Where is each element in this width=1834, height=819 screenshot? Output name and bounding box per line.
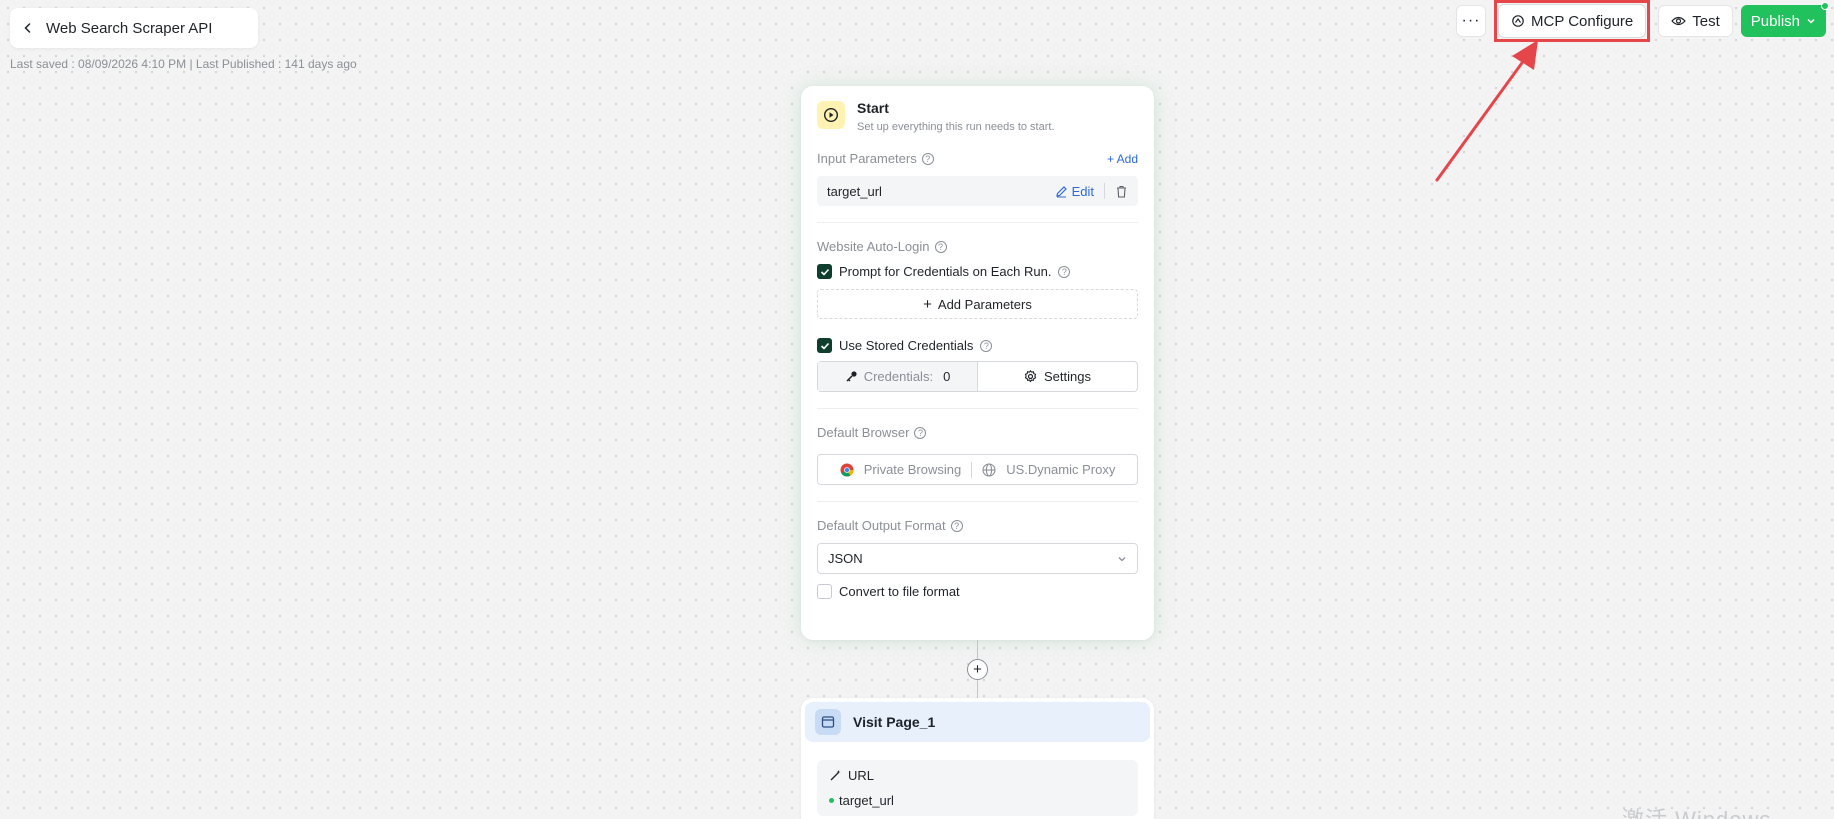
help-icon[interactable]: ? xyxy=(980,339,993,352)
workflow-title-card: Web Search Scraper API xyxy=(10,8,258,48)
default-browser-label: Default Browser xyxy=(817,425,910,440)
start-node-card: Start Set up everything this run needs t… xyxy=(801,86,1154,640)
prompt-credentials-row: Prompt for Credentials on Each Run. ? xyxy=(817,264,1138,279)
help-icon[interactable]: ? xyxy=(1058,265,1071,278)
input-params-label: Input Parameters xyxy=(817,151,917,166)
convert-label: Convert to file format xyxy=(839,584,960,599)
param-actions: Edit xyxy=(1055,183,1128,199)
check-icon xyxy=(820,268,829,276)
credentials-count: 0 xyxy=(943,369,951,384)
eye-icon xyxy=(1671,16,1687,26)
stored-credentials-label: Use Stored Credentials xyxy=(839,338,974,353)
gear-icon xyxy=(1024,370,1037,383)
add-parameters-label: Add Parameters xyxy=(937,296,1032,312)
url-label: URL xyxy=(848,768,875,783)
chevron-down-icon xyxy=(1807,18,1815,24)
help-icon[interactable]: ? xyxy=(914,426,927,439)
convert-checkbox[interactable] xyxy=(817,584,832,599)
output-format-select[interactable]: JSON xyxy=(817,543,1138,574)
help-icon[interactable]: ? xyxy=(921,152,934,165)
play-icon xyxy=(817,101,845,129)
browser-selector[interactable]: Private Browsing US.Dynamic Proxy xyxy=(817,454,1138,485)
add-param-label: Add xyxy=(1116,151,1138,166)
settings-label: Settings xyxy=(1044,369,1091,384)
param-row: target_url Edit xyxy=(817,176,1138,206)
credentials-box: Credentials: 0 Settings xyxy=(817,361,1138,392)
edit-label: Edit xyxy=(1071,183,1094,199)
add-parameters-button[interactable]: + Add Parameters xyxy=(817,289,1138,319)
credentials-settings-button[interactable]: Settings xyxy=(978,362,1137,391)
variable-dot xyxy=(829,798,834,803)
auto-login-section: Website Auto-Login ? xyxy=(817,239,1138,254)
input-params-section: Input Parameters ? xyxy=(817,151,934,166)
divider xyxy=(971,461,973,478)
magic-wand-icon xyxy=(830,770,841,781)
plus-icon: + xyxy=(923,295,932,313)
help-icon[interactable]: ? xyxy=(950,519,963,532)
url-value-row: target_url xyxy=(829,793,1126,808)
output-format-section: Default Output Format ? xyxy=(817,518,1138,533)
stored-credentials-checkbox[interactable] xyxy=(817,338,832,353)
proxy-value: US.Dynamic Proxy xyxy=(1006,462,1116,477)
default-browser-section: Default Browser ? xyxy=(817,425,1138,440)
save-info: Last saved : 08/09/2026 4:10 PM | Last P… xyxy=(10,57,357,71)
visit-page-header: Visit Page_1 xyxy=(805,702,1150,742)
mcp-icon xyxy=(1512,15,1524,27)
stored-credentials-row: Use Stored Credentials ? xyxy=(817,338,1138,353)
url-label-row: URL xyxy=(829,768,1126,783)
top-toolbar: ··· MCP Configure Test Publish xyxy=(1456,0,1829,42)
windows-activation-watermark: 激活 Windows xyxy=(1622,802,1771,819)
prompt-credentials-checkbox[interactable] xyxy=(817,264,832,279)
start-node-subtitle: Set up everything this run needs to star… xyxy=(857,121,1055,133)
key-icon xyxy=(846,371,857,382)
convert-row: Convert to file format xyxy=(817,584,1138,599)
chevron-down-icon xyxy=(1118,556,1126,561)
section-divider xyxy=(817,501,1138,502)
credentials-count-button[interactable]: Credentials: 0 xyxy=(818,362,978,391)
pencil-icon xyxy=(1055,185,1067,197)
output-format-value: JSON xyxy=(828,551,863,566)
trash-icon[interactable] xyxy=(1115,185,1128,198)
url-field[interactable]: URL target_url xyxy=(817,760,1138,816)
annotation-arrow xyxy=(1435,40,1538,182)
credentials-label: Credentials: xyxy=(863,369,934,384)
chrome-icon xyxy=(840,463,854,476)
test-button[interactable]: Test xyxy=(1658,5,1733,37)
output-format-label: Default Output Format xyxy=(817,518,946,533)
workflow-name[interactable]: Web Search Scraper API xyxy=(46,20,212,37)
publish-label: Publish xyxy=(1750,12,1800,30)
notification-dot xyxy=(1821,2,1829,10)
help-icon[interactable]: ? xyxy=(934,240,947,253)
check-icon xyxy=(820,342,829,350)
back-button[interactable] xyxy=(10,8,46,48)
visit-page-node-card[interactable]: Visit Page_1 URL target_url xyxy=(801,698,1154,819)
publish-button[interactable]: Publish xyxy=(1740,2,1829,37)
more-button[interactable]: ··· xyxy=(1456,5,1486,37)
globe-icon xyxy=(982,462,996,477)
test-label: Test xyxy=(1692,12,1720,30)
input-params-header: Input Parameters ? + Add xyxy=(817,151,1138,166)
section-divider xyxy=(817,408,1138,409)
browser-mode: Private Browsing xyxy=(863,462,962,477)
chevron-left-icon xyxy=(24,23,31,33)
start-node-header: Start Set up everything this run needs t… xyxy=(817,100,1138,133)
edit-param-button[interactable]: Edit xyxy=(1055,184,1094,199)
add-node-button[interactable]: + xyxy=(967,659,988,680)
mcp-configure-button[interactable]: MCP Configure xyxy=(1498,4,1647,38)
mcp-configure-label: MCP Configure xyxy=(1531,12,1634,30)
plus-icon: + xyxy=(1106,151,1117,166)
url-value: target_url xyxy=(839,793,894,808)
divider xyxy=(1104,183,1105,199)
visit-page-title: Visit Page_1 xyxy=(853,714,936,730)
param-name: target_url xyxy=(827,183,882,199)
add-param-button[interactable]: + Add xyxy=(1107,152,1138,166)
auto-login-label: Website Auto-Login xyxy=(817,239,930,254)
start-node-title: Start xyxy=(857,100,889,116)
section-divider xyxy=(817,222,1138,223)
browser-window-icon xyxy=(815,709,841,735)
prompt-credentials-label: Prompt for Credentials on Each Run. xyxy=(839,264,1052,279)
